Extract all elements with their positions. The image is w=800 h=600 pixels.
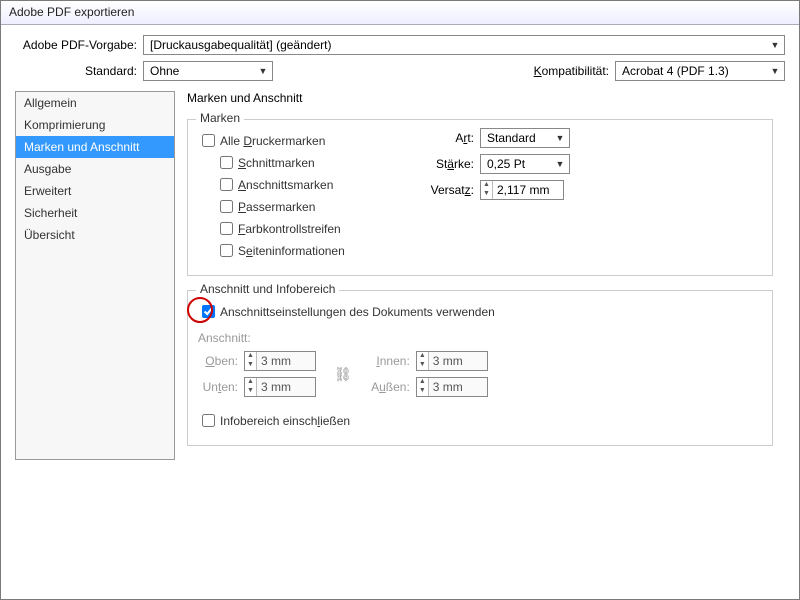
- mark-type-combo[interactable]: Standard▼: [480, 128, 570, 148]
- bleed-top-spin[interactable]: ▲▼: [244, 351, 316, 371]
- bleed-inner-label: Innen:: [370, 354, 416, 368]
- compat-label: Kompatibilität:: [534, 64, 615, 78]
- mark-type-value: Standard: [487, 131, 553, 145]
- bleed-inner-input: [429, 352, 487, 370]
- sidebar-item-security[interactable]: Sicherheit: [16, 202, 174, 224]
- color-bars-label: Farbkontrollstreifen: [238, 222, 341, 236]
- spin-down-icon[interactable]: ▼: [417, 361, 428, 370]
- bleed-top-input: [257, 352, 315, 370]
- mark-type-label: Art:: [428, 131, 480, 145]
- mark-offset-input[interactable]: [493, 181, 563, 199]
- sidebar-item-marks-bleed[interactable]: Marken und Anschnitt: [16, 136, 174, 158]
- standard-label: Standard:: [15, 64, 143, 78]
- bleed-bottom-input: [257, 378, 315, 396]
- use-document-bleed-checkbox[interactable]: [202, 305, 215, 318]
- export-pdf-dialog: Adobe PDF exportieren Adobe PDF-Vorgabe:…: [0, 0, 800, 600]
- bleed-outer-spin[interactable]: ▲▼: [416, 377, 488, 397]
- sidebar-item-general[interactable]: Allgemein: [16, 92, 174, 114]
- chevron-down-icon: ▼: [553, 133, 567, 143]
- bleed-marks-label: Anschnittsmarken: [238, 178, 333, 192]
- bleed-bottom-label: Unten:: [198, 380, 244, 394]
- preset-value: [Druckausgabequalität] (geändert): [150, 38, 768, 52]
- preset-label: Adobe PDF-Vorgabe:: [15, 38, 143, 52]
- bleed-bottom-spin[interactable]: ▲▼: [244, 377, 316, 397]
- marks-group-title: Marken: [196, 111, 244, 125]
- sidebar-item-summary[interactable]: Übersicht: [16, 224, 174, 246]
- chevron-down-icon: ▼: [256, 66, 270, 76]
- spin-up-icon[interactable]: ▲: [417, 352, 428, 361]
- spin-up-icon[interactable]: ▲: [245, 352, 256, 361]
- include-slug-label: Infobereich einschließen: [220, 414, 350, 428]
- page-heading: Marken und Anschnitt: [187, 91, 773, 105]
- spin-down-icon[interactable]: ▼: [245, 387, 256, 396]
- crop-marks-label: Schnittmarken: [238, 156, 315, 170]
- sidebar-item-compression[interactable]: Komprimierung: [16, 114, 174, 136]
- spin-up-icon[interactable]: ▲: [417, 378, 428, 387]
- standard-combo[interactable]: Ohne ▼: [143, 61, 273, 81]
- preset-combo[interactable]: [Druckausgabequalität] (geändert) ▼: [143, 35, 785, 55]
- mark-offset-spin[interactable]: ▲▼: [480, 180, 564, 200]
- registration-marks-checkbox[interactable]: [220, 200, 233, 213]
- bleed-top-label: Oben:: [198, 354, 244, 368]
- spin-up-icon[interactable]: ▲: [245, 378, 256, 387]
- spin-down-icon[interactable]: ▼: [417, 387, 428, 396]
- standard-value: Ohne: [150, 64, 256, 78]
- sidebar-item-advanced[interactable]: Erweitert: [16, 180, 174, 202]
- all-marks-label: Alle Druckermarken: [220, 134, 325, 148]
- mark-weight-value: 0,25 Pt: [487, 157, 553, 171]
- mark-offset-label: Versatz:: [428, 183, 480, 197]
- link-icon[interactable]: ⛓: [334, 366, 352, 383]
- bleed-subhead: Anschnitt:: [198, 331, 762, 345]
- mark-weight-label: Stärke:: [428, 157, 480, 171]
- page-info-checkbox[interactable]: [220, 244, 233, 257]
- crop-marks-checkbox[interactable]: [220, 156, 233, 169]
- include-slug-checkbox[interactable]: [202, 414, 215, 427]
- bleed-outer-input: [429, 378, 487, 396]
- compat-value: Acrobat 4 (PDF 1.3): [622, 64, 768, 78]
- spin-down-icon[interactable]: ▼: [481, 190, 492, 199]
- all-marks-checkbox[interactable]: [202, 134, 215, 147]
- bleed-marks-checkbox[interactable]: [220, 178, 233, 191]
- mark-weight-combo[interactable]: 0,25 Pt▼: [480, 154, 570, 174]
- registration-marks-label: Passermarken: [238, 200, 315, 214]
- bleed-group: Anschnitt und Infobereich Anschnittseins…: [187, 290, 773, 446]
- page-info-label: Seiteninformationen: [238, 244, 345, 258]
- chevron-down-icon: ▼: [768, 40, 782, 50]
- bleed-inner-spin[interactable]: ▲▼: [416, 351, 488, 371]
- sidebar-item-output[interactable]: Ausgabe: [16, 158, 174, 180]
- color-bars-checkbox[interactable]: [220, 222, 233, 235]
- bleed-outer-label: Außen:: [370, 380, 416, 394]
- category-sidebar: Allgemein Komprimierung Marken und Ansch…: [15, 91, 175, 460]
- chevron-down-icon: ▼: [553, 159, 567, 169]
- compat-combo[interactable]: Acrobat 4 (PDF 1.3) ▼: [615, 61, 785, 81]
- chevron-down-icon: ▼: [768, 66, 782, 76]
- window-title: Adobe PDF exportieren: [1, 1, 799, 25]
- spin-down-icon[interactable]: ▼: [245, 361, 256, 370]
- use-document-bleed-label: Anschnittseinstellungen des Dokuments ve…: [220, 305, 495, 319]
- spin-up-icon[interactable]: ▲: [481, 181, 492, 190]
- bleed-group-title: Anschnitt und Infobereich: [196, 282, 339, 296]
- marks-group: Marken Alle Druckermarken Schnittmarken …: [187, 119, 773, 276]
